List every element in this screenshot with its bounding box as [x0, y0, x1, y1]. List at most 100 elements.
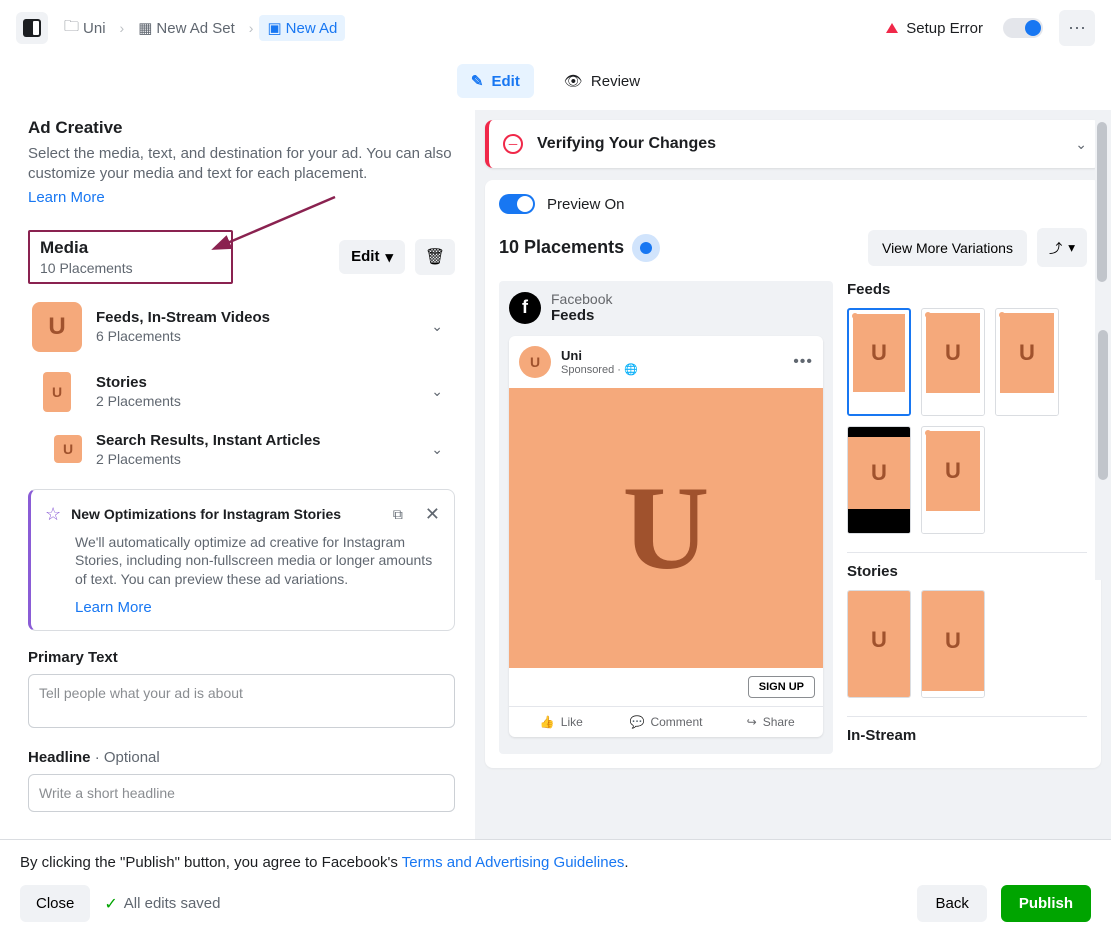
breadcrumb-adset[interactable]: ▦ New Ad Set [130, 15, 243, 41]
feeds-section-title: Feeds [847, 281, 1087, 298]
check-icon: ✓ [104, 894, 117, 914]
placement-thumb[interactable]: U [921, 426, 985, 534]
save-status-label: All edits saved [124, 895, 221, 912]
outer-scrollbar[interactable] [1095, 100, 1111, 846]
placement-sub: 6 Placements [96, 328, 270, 344]
ad-creative-image: U [509, 388, 823, 668]
thumbnail-icon: U [43, 372, 71, 412]
brand-name: Uni [561, 348, 638, 363]
chevron-down-icon: ⌄ [431, 318, 443, 335]
verifying-changes-banner[interactable]: ─ Verifying Your Changes ⌄ [485, 120, 1101, 168]
breadcrumb-adset-label: New Ad Set [156, 20, 234, 37]
placement-sub: 2 Placements [96, 393, 181, 409]
network-sublabel: Feeds [551, 307, 612, 324]
app-switcher-icon[interactable] [16, 12, 48, 44]
placement-sub: 2 Placements [96, 451, 321, 467]
headline-input[interactable] [28, 774, 455, 812]
save-status: ✓ All edits saved [104, 894, 220, 914]
brand-avatar: U [519, 346, 551, 378]
info-title: New Optimizations for Instagram Stories [71, 506, 341, 522]
view-more-variations-button[interactable]: View More Variations [868, 230, 1027, 266]
media-title: Media [40, 238, 221, 258]
placement-name: Search Results, Instant Articles [96, 432, 321, 449]
comment-icon: 💬 [630, 715, 645, 729]
publish-button[interactable]: Publish [1001, 885, 1091, 922]
headline-label: Headline · Optional [28, 749, 455, 766]
placement-thumb[interactable]: U [921, 308, 985, 416]
caret-down-icon: ▾ [1068, 240, 1075, 256]
chevron-down-icon: ⌄ [431, 441, 443, 458]
folder-icon: 🗀 [64, 16, 79, 41]
chevron-right-icon: › [249, 20, 254, 36]
signup-button[interactable]: SIGN UP [748, 676, 815, 698]
thumb-up-icon: 👍 [540, 715, 555, 729]
external-link-icon: ⤴ [1049, 238, 1062, 257]
caret-down-icon: ▾ [385, 248, 393, 266]
footer-agreement: By clicking the "Publish" button, you ag… [20, 854, 1091, 871]
chevron-down-icon: ⌄ [431, 383, 443, 400]
grid-icon: ▦ [138, 19, 152, 37]
setup-error-label: Setup Error [906, 20, 983, 37]
tab-edit[interactable]: ✎ Edit [457, 64, 534, 98]
comment-button[interactable]: 💬Comment [614, 707, 719, 737]
media-edit-label: Edit [351, 248, 379, 265]
pencil-icon: ✎ [471, 72, 484, 90]
placement-name: Stories [96, 374, 181, 391]
tab-edit-label: Edit [492, 73, 520, 90]
chevron-right-icon: › [120, 20, 125, 36]
thumbnail-icon: U [32, 302, 82, 352]
placement-group-stories[interactable]: U Stories 2 Placements ⌄ [28, 362, 455, 422]
primary-text-input[interactable] [28, 674, 455, 728]
share-button[interactable]: ↪Share [718, 707, 823, 737]
media-edit-button[interactable]: Edit ▾ [339, 240, 405, 274]
warning-triangle-icon [886, 23, 898, 33]
network-label: Facebook [551, 291, 612, 307]
ad-preview-main: f Facebook Feeds U Uni Sponsored · 🌐 [499, 281, 833, 754]
placement-name: Feeds, In-Stream Videos [96, 309, 270, 326]
like-button[interactable]: 👍Like [509, 707, 614, 737]
breadcrumb: 🗀 Uni › ▦ New Ad Set › ▣ New Ad [56, 12, 345, 45]
breadcrumb-campaign[interactable]: 🗀 Uni [56, 12, 114, 45]
star-icon: ☆ [45, 504, 61, 525]
ad-icon: ▣ [267, 19, 281, 37]
verify-title: Verifying Your Changes [537, 135, 716, 153]
learn-more-link[interactable]: Learn More [28, 189, 105, 206]
close-icon[interactable]: ✕ [425, 504, 440, 525]
back-button[interactable]: Back [917, 885, 986, 922]
info-learn-more-link[interactable]: Learn More [75, 599, 152, 616]
open-external-button[interactable]: ⤴ ▾ [1037, 228, 1087, 267]
instream-section-title: In-Stream [847, 727, 1087, 744]
preview-panel: Preview On 10 Placements View More Varia… [485, 180, 1101, 768]
preview-toggle[interactable] [499, 194, 535, 214]
trash-icon: 🗑 [425, 247, 445, 267]
feedback-icon[interactable]: ⧉ [393, 506, 403, 523]
setup-error-indicator[interactable]: Setup Error [886, 20, 983, 37]
preview-on-label: Preview On [547, 196, 625, 213]
ad-creative-desc: Select the media, text, and destination … [28, 144, 455, 185]
more-menu-button[interactable]: ⋯ [1059, 10, 1095, 46]
eye-icon: 👁 [564, 72, 583, 90]
breadcrumb-ad[interactable]: ▣ New Ad [259, 15, 345, 41]
chevron-down-icon: ⌄ [1075, 136, 1087, 153]
tab-review[interactable]: 👁 Review [550, 64, 654, 98]
thumbnail-icon: U [54, 435, 82, 463]
sponsored-label: Sponsored · 🌐 [561, 363, 638, 376]
media-delete-button[interactable]: 🗑 [415, 239, 455, 275]
minus-circle-icon: ─ [503, 134, 523, 154]
placements-count: 10 Placements [499, 237, 624, 258]
placement-thumb[interactable]: U [847, 308, 911, 416]
divider [847, 716, 1087, 717]
ad-creative-title: Ad Creative [28, 118, 455, 138]
placement-thumb[interactable]: U [995, 308, 1059, 416]
placement-thumb[interactable]: U [847, 426, 911, 534]
terms-link[interactable]: Terms and Advertising Guidelines [402, 854, 625, 871]
placement-group-feeds[interactable]: U Feeds, In-Stream Videos 6 Placements ⌄ [28, 292, 455, 362]
pulse-indicator-icon [640, 242, 652, 254]
placement-thumb[interactable]: U [847, 590, 911, 698]
stories-section-title: Stories [847, 563, 1087, 580]
close-button[interactable]: Close [20, 885, 90, 922]
placement-group-search[interactable]: U Search Results, Instant Articles 2 Pla… [28, 422, 455, 477]
placement-thumb[interactable]: U [921, 590, 985, 698]
header-toggle[interactable] [1003, 18, 1043, 38]
ad-menu-icon[interactable]: ••• [793, 353, 813, 371]
